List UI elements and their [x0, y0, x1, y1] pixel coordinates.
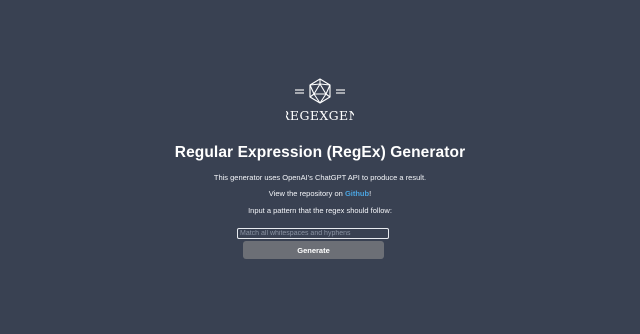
- repository-line: View the repository on Github!: [0, 189, 640, 198]
- icosahedron-icon: REGEXGEN: [286, 78, 354, 123]
- page-title: Regular Expression (RegEx) Generator: [174, 144, 466, 161]
- github-link[interactable]: Github: [345, 189, 369, 198]
- repository-suffix: !: [369, 189, 372, 198]
- regexgen-logo: REGEXGEN: [286, 78, 354, 124]
- pattern-input-wrapper: [237, 222, 389, 239]
- pattern-prompt-label: Input a pattern that the regex should fo…: [248, 206, 392, 215]
- generate-button[interactable]: Generate: [243, 241, 384, 259]
- repository-prefix: View the repository on: [268, 189, 345, 198]
- page: REGEXGEN Regular Expression (RegEx) Gene…: [0, 0, 640, 334]
- pattern-input[interactable]: [237, 228, 389, 239]
- description-text: This generator uses OpenAI's ChatGPT API…: [213, 173, 427, 182]
- logo-text: REGEXGEN: [286, 108, 354, 123]
